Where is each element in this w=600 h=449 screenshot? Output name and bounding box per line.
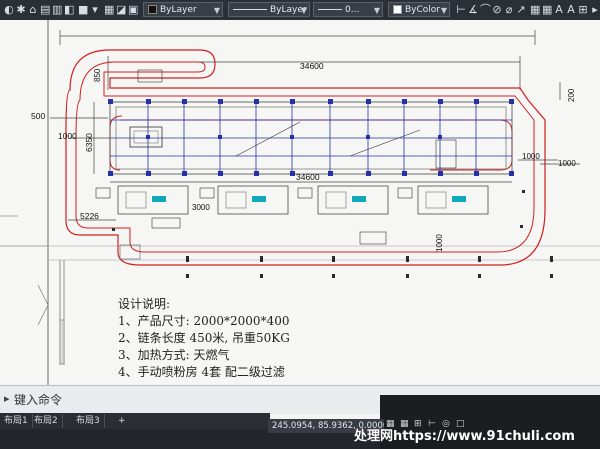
conveyor-inner-path (75, 61, 535, 253)
grid-icon[interactable]: ▦ (542, 3, 552, 16)
drawing-canvas[interactable]: 34600 34600 500 1000 6350 850 200 1000 1… (0, 20, 600, 385)
command-prompt-icon: ▸ (4, 392, 10, 405)
color-value: ByColor (405, 5, 440, 15)
properties-toolbar: ◐ ✱ ⌂ ▤ ▥ ◧ ■ ▾ ▦ ◪ ▣ ByLayer ▼ ByLayer … (0, 0, 600, 21)
dim-text-850: 850 (93, 68, 102, 82)
notes-line-1: 1、产品尺寸: 2000*2000*400 (118, 314, 290, 328)
oven-loop-path (120, 119, 513, 171)
layer-iso-icon[interactable]: ▥ (52, 3, 62, 16)
layer-value: ByLayer (160, 5, 197, 15)
layer-combo[interactable]: ByLayer ▼ (143, 2, 223, 17)
design-notes: 设计说明: 1、产品尺寸: 2000*2000*400 2、链条长度 450米,… (118, 296, 290, 381)
notes-title: 设计说明: (118, 297, 171, 311)
command-input[interactable]: 键入命令 (14, 391, 62, 408)
dim-text-34600-top: 34600 (300, 61, 324, 71)
dim-text-200: 200 (567, 88, 576, 102)
dimension-angular-icon[interactable]: ∡ (468, 3, 478, 16)
chevron-down-icon: ▼ (373, 6, 380, 15)
layer-match-icon[interactable]: ▤ (40, 3, 50, 16)
measure-icon[interactable]: ⊞ (578, 3, 588, 16)
dimension-diameter-icon[interactable]: ⌀ (504, 3, 514, 16)
dimension-arc-icon[interactable]: ⌒ (480, 3, 491, 16)
dimension-linear-icon[interactable]: ⊢ (456, 3, 466, 16)
tab-layout-2[interactable]: 布局2 (30, 414, 63, 428)
dim-text-500: 500 (31, 111, 45, 121)
color-swatch-icon (393, 5, 402, 14)
chevron-down-icon: ▼ (440, 6, 447, 15)
snap-icon[interactable]: ■ (78, 3, 88, 16)
column (59, 319, 65, 365)
chevron-down-icon: ▼ (213, 6, 220, 15)
dim-text-6350: 6350 (84, 133, 94, 152)
leader-icon[interactable]: ↗ (516, 3, 526, 16)
dim-text-1000-right: 1000 (522, 152, 540, 161)
lock-icon[interactable]: ⌂ (28, 3, 38, 16)
dropdown-icon[interactable]: ▾ (90, 3, 100, 16)
linetype-preview-icon (233, 9, 267, 10)
layer-swatch-icon (148, 5, 157, 14)
cad-window: ◐ ✱ ⌂ ▤ ▥ ◧ ■ ▾ ▦ ◪ ▣ ByLayer ▼ ByLayer … (0, 0, 600, 449)
watermark-text: 处理网https://www.91chuli.com (354, 429, 575, 444)
layer-prev-icon[interactable]: ◧ (64, 3, 74, 16)
dim-text-1000-left: 1000 (58, 131, 77, 141)
color-chip-icon[interactable]: ▦ (104, 3, 114, 16)
lineweight-preview-icon (318, 9, 342, 10)
freeze-icon[interactable]: ✱ (16, 3, 26, 16)
layer-off-icon[interactable]: ◪ (116, 3, 126, 16)
filter-unit (151, 217, 181, 229)
powder-booth-row (95, 185, 489, 245)
tab-layout-1[interactable]: 布局1 (0, 414, 33, 428)
notes-line-4: 4、手动喷粉房 4套 配二级过滤 (118, 365, 285, 379)
dim-text-34600-middle: 34600 (296, 172, 320, 182)
color-combo[interactable]: ByColor ▼ (388, 2, 450, 17)
dim-text-5226: 5226 (80, 211, 99, 221)
dim-text-1000-bottom: 1000 (435, 234, 444, 252)
filter-unit (359, 231, 387, 245)
door-swing (37, 284, 49, 326)
notes-line-2: 2、链条长度 450米, 吊重50KG (118, 331, 290, 345)
floor-plan-drawing: 34600 34600 500 1000 6350 850 200 1000 1… (0, 20, 600, 385)
text-icon[interactable]: A (554, 3, 564, 16)
dimension-radius-icon[interactable]: ⊘ (492, 3, 502, 16)
add-layout-icon[interactable]: + (114, 414, 130, 428)
support-columns (108, 99, 514, 176)
dim-text-1000-right-b: 1000 (558, 159, 576, 168)
notes-line-3: 3、加热方式: 天燃气 (118, 348, 230, 362)
tab-layout-3[interactable]: 布局3 (72, 414, 105, 428)
linetype-combo[interactable]: ByLayer ▼ (228, 2, 310, 17)
dim-text-3000: 3000 (192, 203, 210, 212)
lineweight-value: 0... (345, 5, 360, 15)
lineweight-combo[interactable]: 0... ▼ (313, 2, 383, 17)
more-icon[interactable]: ▸ (590, 3, 600, 16)
layer-state-icon[interactable]: ◐ (4, 3, 14, 16)
chevron-down-icon: ▼ (300, 6, 307, 15)
table-icon[interactable]: ▦ (530, 3, 540, 16)
mtext-icon[interactable]: A (566, 3, 576, 16)
layer-walk-icon[interactable]: ▣ (128, 3, 138, 16)
layout-tab-bar: 布局1 布局2 布局3 + (0, 413, 270, 429)
